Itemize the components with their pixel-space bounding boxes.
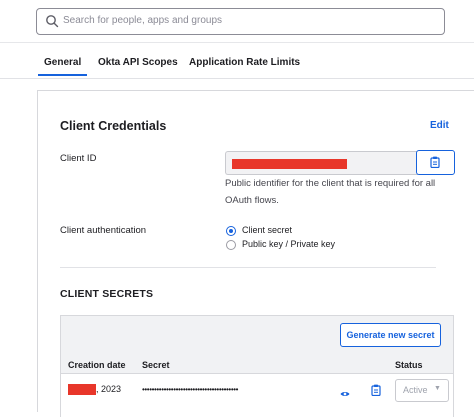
search-icon	[45, 14, 59, 28]
column-secret: Secret	[142, 360, 170, 370]
option-public-private-key-label: Public key / Private key	[242, 239, 336, 249]
table-row: , 2023 •••••••••••••••••••••••••••••••••…	[61, 373, 453, 417]
client-authentication-label: Client authentication	[60, 225, 147, 236]
top-bar: Search for people, apps and groups	[0, 0, 474, 43]
status-select[interactable]: Active ▼	[395, 379, 449, 402]
search-placeholder: Search for people, apps and groups	[63, 15, 222, 26]
radio-public-private-key[interactable]	[226, 240, 236, 250]
client-secrets-table: Generate new secret Creation date Secret…	[60, 315, 454, 417]
option-client-secret-label: Client secret	[242, 225, 293, 235]
clipboard-icon	[430, 156, 440, 168]
secret-value: ••••••••••••••••••••••••••••••••••••••••	[142, 385, 239, 394]
chevron-down-icon: ▼	[434, 385, 441, 392]
copy-client-id-button[interactable]	[416, 150, 455, 175]
column-status: Status	[395, 360, 423, 370]
generate-new-secret-button[interactable]: Generate new secret	[340, 323, 441, 347]
creation-date-redaction	[68, 384, 96, 395]
radio-client-secret[interactable]	[226, 226, 236, 236]
search-input[interactable]: Search for people, apps and groups	[36, 8, 445, 35]
column-creation-date: Creation date	[68, 360, 126, 370]
tab-application-rate-limits[interactable]: Application Rate Limits	[189, 57, 300, 68]
tab-okta-api-scopes[interactable]: Okta API Scopes	[98, 57, 178, 68]
client-id-redaction	[232, 159, 347, 169]
edit-link[interactable]: Edit	[430, 120, 449, 131]
client-credentials-panel: Client Credentials Edit Client ID Public…	[37, 90, 474, 417]
client-id-help-text: Public identifier for the client that is…	[225, 178, 436, 206]
status-value: Active	[403, 385, 428, 395]
client-id-field[interactable]	[225, 151, 418, 175]
client-id-label: Client ID	[60, 153, 97, 164]
client-secrets-title: CLIENT SECRETS	[60, 288, 154, 300]
creation-date-value: , 2023	[96, 384, 122, 394]
copy-secret-icon[interactable]	[371, 383, 381, 401]
section-divider	[60, 267, 436, 268]
tab-general[interactable]: General	[37, 57, 88, 76]
eye-icon[interactable]	[340, 385, 350, 403]
tab-bar: General Okta API Scopes Application Rate…	[0, 42, 474, 79]
client-credentials-title: Client Credentials	[60, 119, 167, 133]
